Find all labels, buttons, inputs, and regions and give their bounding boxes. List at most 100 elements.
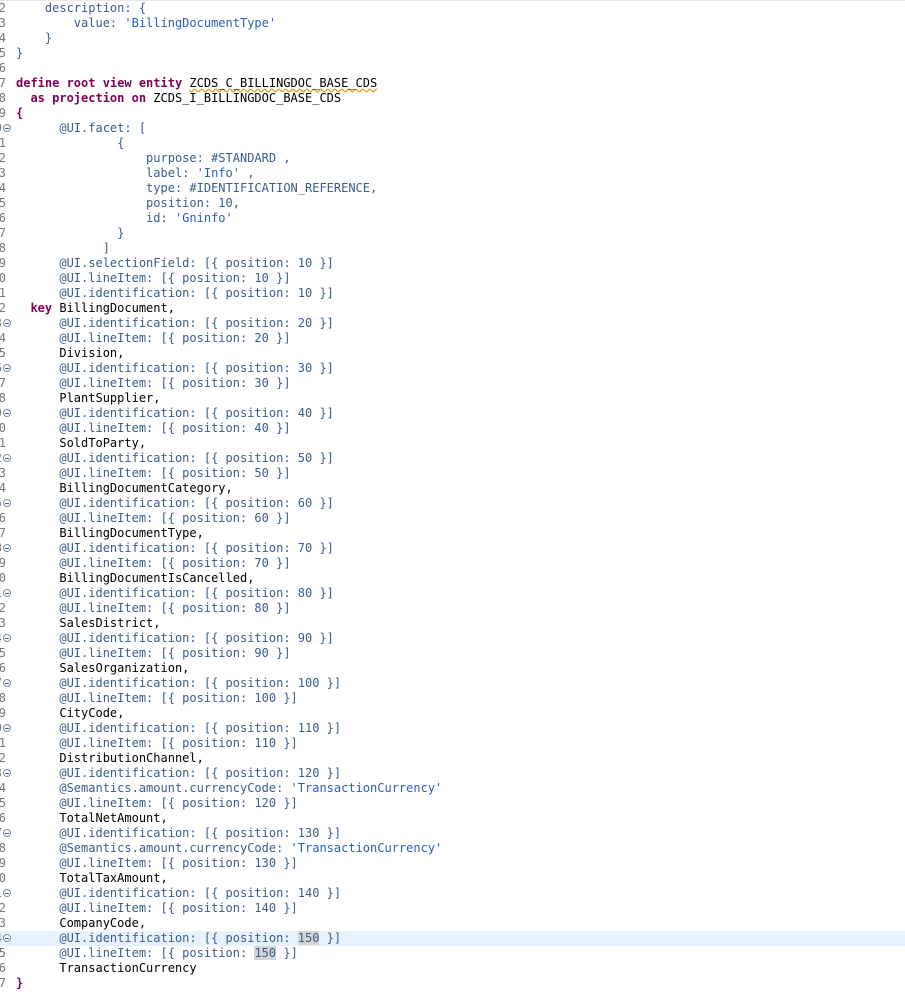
code-text: @UI.lineItem: [{ position: 80 }] (16, 601, 290, 616)
code-line[interactable]: 3 @UI.identification: [{ position: 120 }… (0, 766, 905, 781)
code-line[interactable]: 3 label: 'Info' , (0, 166, 905, 181)
code-line[interactable]: 3 SalesDistrict, (0, 616, 905, 631)
line-number: 5 (0, 346, 6, 360)
code-line[interactable]: 7} (0, 976, 905, 991)
code-line[interactable]: 5 @UI.lineItem: [{ position: 150 }] (0, 946, 905, 961)
code-line[interactable]: 9{ (0, 106, 905, 121)
code-line[interactable]: 0 @UI.identification: [{ position: 110 }… (0, 721, 905, 736)
code-line-current[interactable]: 4 @UI.identification: [{ position: 150 }… (0, 931, 905, 946)
code-line[interactable]: 1 @UI.identification: [{ position: 10 }] (0, 286, 905, 301)
fold-toggle-icon[interactable] (3, 589, 11, 597)
code-line[interactable]: 7 BillingDocumentType, (0, 526, 905, 541)
code-line[interactable]: 6 @UI.lineItem: [{ position: 60 }] (0, 511, 905, 526)
code-line[interactable]: 8 @UI.identification: [{ position: 70 }] (0, 541, 905, 556)
line-number: 7 (0, 676, 2, 691)
code-line[interactable]: 6 @UI.identification: [{ position: 30 }] (0, 361, 905, 376)
code-text: @UI.lineItem: [{ position: 70 }] (16, 556, 290, 571)
fold-toggle-icon[interactable] (3, 364, 11, 372)
code-line[interactable]: 1 @UI.identification: [{ position: 80 }] (0, 586, 905, 601)
code-line[interactable]: 5} (0, 46, 905, 61)
code-line[interactable]: 2 @UI.identification: [{ position: 50 }] (0, 451, 905, 466)
code-line[interactable]: 6 (0, 61, 905, 76)
code-line[interactable]: 3 value: 'BillingDocumentType' (0, 16, 905, 31)
fold-toggle-icon[interactable] (3, 829, 11, 837)
code-token: ZCDS_C_BILLINGDOC_BASE_CDS (189, 76, 378, 90)
fold-toggle-icon[interactable] (3, 319, 11, 327)
code-line[interactable]: 2 @UI.lineItem: [{ position: 80 }] (0, 601, 905, 616)
code-line[interactable]: 7 @UI.lineItem: [{ position: 30 }] (0, 376, 905, 391)
code-line[interactable]: 1 { (0, 136, 905, 151)
code-line[interactable]: 9 @UI.selectionField: [{ position: 10 }] (0, 256, 905, 271)
code-line[interactable]: 1 @UI.lineItem: [{ position: 110 }] (0, 736, 905, 751)
code-line[interactable]: 8 PlantSupplier, (0, 391, 905, 406)
code-line[interactable]: 9 CityCode, (0, 706, 905, 721)
fold-toggle-icon[interactable] (3, 889, 11, 897)
code-token: ] (102, 241, 110, 255)
code-line[interactable]: 0 TotalTaxAmount, (0, 871, 905, 886)
code-token: type: #IDENTIFICATION_REFERENCE, (146, 181, 378, 195)
code-line[interactable]: 8 @UI.lineItem: [{ position: 100 }] (0, 691, 905, 706)
fold-toggle-icon[interactable] (3, 679, 11, 687)
code-line[interactable]: 7 } (0, 226, 905, 241)
fold-toggle-icon[interactable] (3, 544, 11, 552)
code-line[interactable]: 8 as projection on ZCDS_I_BILLINGDOC_BAS… (0, 91, 905, 106)
code-line[interactable]: 2 key BillingDocument, (0, 301, 905, 316)
code-line[interactable]: 8 @Semantics.amount.currencyCode: 'Trans… (0, 841, 905, 856)
fold-toggle-icon[interactable] (3, 634, 11, 642)
code-text: @UI.selectionField: [{ position: 10 }] (16, 256, 334, 271)
fold-toggle-icon[interactable] (3, 769, 11, 777)
code-text: @UI.identification: [{ position: 70 }] (16, 541, 334, 556)
code-line[interactable]: 4 } (0, 31, 905, 46)
fold-toggle-icon[interactable] (3, 454, 11, 462)
code-text: @UI.identification: [{ position: 100 }] (16, 676, 341, 691)
fold-toggle-icon[interactable] (3, 409, 11, 417)
code-line[interactable]: 1 SoldToParty, (0, 436, 905, 451)
code-line[interactable]: 4 type: #IDENTIFICATION_REFERENCE, (0, 181, 905, 196)
code-line[interactable]: 4 @UI.lineItem: [{ position: 20 }] (0, 331, 905, 346)
code-line[interactable]: 5 @UI.lineItem: [{ position: 120 }] (0, 796, 905, 811)
code-line[interactable]: 6 TotalNetAmount, (0, 811, 905, 826)
fold-toggle-icon[interactable] (3, 124, 11, 132)
code-line[interactable]: 5 @UI.identification: [{ position: 60 }] (0, 496, 905, 511)
code-token: } (117, 226, 125, 240)
code-line[interactable]: 0 @UI.lineItem: [{ position: 10 }] (0, 271, 905, 286)
code-line[interactable]: 6 id: 'Gninfo' (0, 211, 905, 226)
code-line[interactable]: 8 ] (0, 241, 905, 256)
code-line[interactable]: 0 @UI.lineItem: [{ position: 40 }] (0, 421, 905, 436)
code-line[interactable]: 4 @UI.identification: [{ position: 90 }] (0, 631, 905, 646)
code-line[interactable]: 4 BillingDocumentCategory, (0, 481, 905, 496)
code-line[interactable]: 2 purpose: #STANDARD , (0, 151, 905, 166)
fold-toggle-icon[interactable] (3, 934, 11, 942)
code-line[interactable]: 4 @Semantics.amount.currencyCode: 'Trans… (0, 781, 905, 796)
code-line[interactable]: 5 position: 10, (0, 196, 905, 211)
code-line[interactable]: 7 @UI.identification: [{ position: 130 }… (0, 826, 905, 841)
code-line[interactable]: 2 @UI.lineItem: [{ position: 140 }] (0, 901, 905, 916)
code-line[interactable]: 1 @UI.identification: [{ position: 140 }… (0, 886, 905, 901)
code-line[interactable]: 7 define root view entity ZCDS_C_BILLINGD… (0, 76, 905, 91)
code-line[interactable]: 7 @UI.identification: [{ position: 100 }… (0, 676, 905, 691)
code-line[interactable]: 6 TransactionCurrency (0, 961, 905, 976)
code-line[interactable]: 3 @UI.identification: [{ position: 20 }] (0, 316, 905, 331)
fold-toggle-icon[interactable] (3, 499, 11, 507)
code-line[interactable]: 9 @UI.lineItem: [{ position: 70 }] (0, 556, 905, 571)
code-line[interactable]: 3 CompanyCode, (0, 916, 905, 931)
code-line[interactable]: 2 DistributionChannel, (0, 751, 905, 766)
code-line[interactable]: 9 @UI.identification: [{ position: 40 }] (0, 406, 905, 421)
code-line[interactable]: 0 BillingDocumentIsCancelled, (0, 571, 905, 586)
code-text: @UI.lineItem: [{ position: 90 }] (16, 646, 290, 661)
code-editor[interactable]: 2 description: {3 value: 'BillingDocumen… (0, 0, 905, 1006)
code-text: BillingDocumentType, (16, 526, 204, 541)
fold-toggle-icon[interactable] (3, 724, 11, 732)
code-line[interactable]: 6 SalesOrganization, (0, 661, 905, 676)
code-line[interactable]: 2 description: { (0, 1, 905, 16)
code-line[interactable]: 5 @UI.lineItem: [{ position: 90 }] (0, 646, 905, 661)
code-line[interactable]: 9 @UI.lineItem: [{ position: 130 }] (0, 856, 905, 871)
code-line[interactable]: 5 Division, (0, 346, 905, 361)
code-line[interactable]: 0 @UI.facet: [ (0, 121, 905, 136)
code-line[interactable]: 3 @UI.lineItem: [{ position: 50 }] (0, 466, 905, 481)
